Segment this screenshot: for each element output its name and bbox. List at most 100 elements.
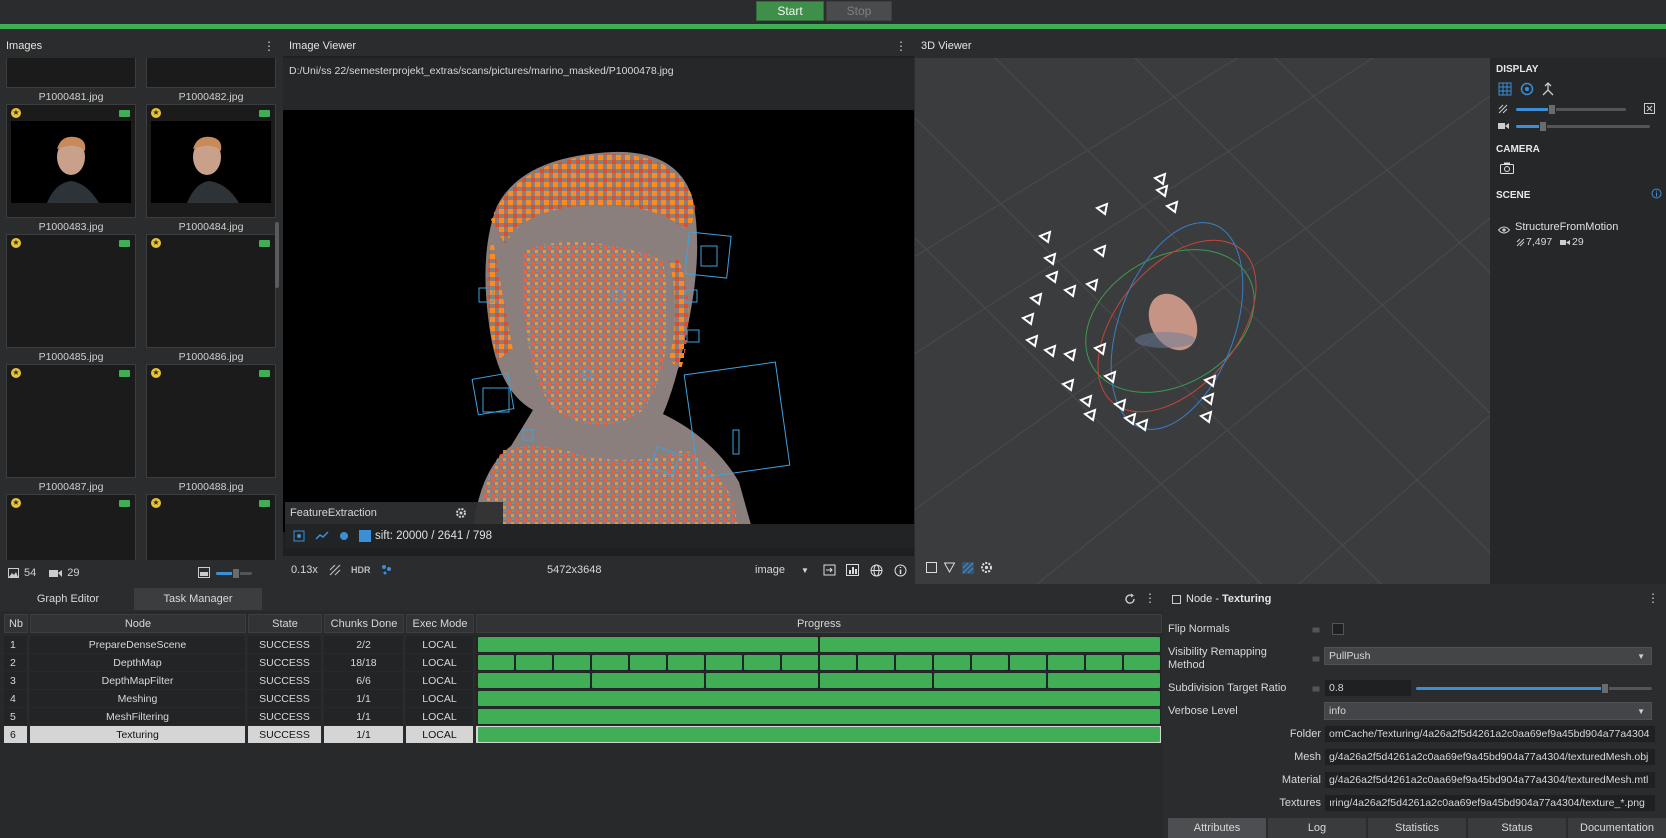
tab-attributes[interactable]: Attributes: [1168, 818, 1266, 838]
info-icon[interactable]: [894, 564, 907, 577]
mesh-field[interactable]: g/4a26a2f5d4261a2c0aa69ef9a45bd904a77a43…: [1324, 748, 1656, 766]
thumbnail[interactable]: ★ P1000486.jpg: [146, 234, 276, 364]
material-field[interactable]: g/4a26a2f5d4261a2c0aa69ef9a45bd904a77a43…: [1324, 771, 1656, 789]
stop-button[interactable]: Stop: [826, 1, 892, 21]
tab-status[interactable]: Status: [1468, 818, 1566, 838]
tab-task-manager[interactable]: Task Manager: [134, 588, 262, 610]
gear-icon[interactable]: [455, 507, 467, 519]
row-node: PrepareDenseScene: [30, 636, 246, 653]
triangle-icon[interactable]: [944, 562, 955, 573]
image-mode-select[interactable]: image: [755, 564, 785, 576]
star-icon: ★: [151, 108, 161, 118]
table-row[interactable]: 5 MeshFiltering SUCCESS 1/1 LOCAL: [4, 708, 1162, 725]
image-canvas[interactable]: [283, 110, 914, 532]
wireframe-icon[interactable]: [962, 562, 974, 574]
landmark-icon[interactable]: [339, 531, 349, 541]
axis-icon[interactable]: [1542, 82, 1554, 96]
column-header-chunks[interactable]: Chunks Done: [324, 614, 404, 633]
column-header-state[interactable]: State: [248, 614, 322, 633]
chevron-down-icon: ▼: [1637, 652, 1645, 661]
tab-statistics[interactable]: Statistics: [1368, 818, 1466, 838]
tab-graph-editor[interactable]: Graph Editor: [4, 588, 132, 610]
row-exec-mode: LOCAL: [406, 672, 474, 689]
image-viewer-footer: 0.13x HDR 5472x3648 image ▼: [283, 556, 914, 584]
refresh-icon[interactable]: [1124, 593, 1136, 605]
subdivision-slider[interactable]: [1416, 683, 1652, 694]
thumbnail[interactable]: ★ P1000487.jpg: [6, 364, 136, 494]
column-header-exec-mode[interactable]: Exec Mode: [406, 614, 474, 633]
hatch-icon[interactable]: [329, 564, 341, 576]
gallery-scrollbar[interactable]: [275, 222, 279, 288]
sift-color-swatch[interactable]: [359, 530, 371, 542]
progress-chunk: [1010, 655, 1046, 670]
row-exec-mode: LOCAL: [406, 726, 474, 743]
fixed-size-icon[interactable]: [1644, 103, 1655, 114]
thumbnail[interactable]: ★ P1000488.jpg: [146, 364, 276, 494]
images-menu-icon[interactable]: ⋮: [263, 39, 275, 53]
bbox-icon[interactable]: [926, 562, 937, 573]
verbose-level-select[interactable]: info ▼: [1324, 702, 1652, 720]
points-icon: [1516, 238, 1525, 247]
row-state: SUCCESS: [248, 726, 322, 743]
table-row[interactable]: 1 PrepareDenseScene SUCCESS 2/2 LOCAL: [4, 636, 1162, 653]
settings-icon[interactable]: [980, 561, 993, 574]
image-viewer-menu-icon[interactable]: ⋮: [895, 39, 907, 53]
eye-icon[interactable]: [1498, 226, 1510, 234]
table-row[interactable]: 4 Meshing SUCCESS 1/1 LOCAL: [4, 690, 1162, 707]
task-menu-icon[interactable]: ⋮: [1144, 591, 1156, 605]
thumbnail-size-slider[interactable]: [216, 568, 252, 579]
table-row[interactable]: 6 Texturing SUCCESS 1/1 LOCAL: [4, 726, 1162, 743]
camera-scale-slider[interactable]: [1516, 121, 1650, 132]
tab-log[interactable]: Log: [1268, 818, 1366, 838]
progress-chunk: [896, 655, 932, 670]
tab-documentation[interactable]: Documentation: [1568, 818, 1666, 838]
slider-knob[interactable]: [1538, 121, 1547, 132]
viewer3d-canvas[interactable]: [915, 58, 1490, 584]
progress-bar: [478, 691, 1160, 706]
scene-item-name[interactable]: StructureFromMotion: [1515, 221, 1618, 233]
info-icon[interactable]: [1651, 188, 1662, 199]
histogram-icon[interactable]: [846, 564, 859, 576]
thumbnail[interactable]: ★ P1000485.jpg: [6, 234, 136, 364]
export-icon[interactable]: [823, 564, 836, 576]
column-header-progress[interactable]: Progress: [476, 614, 1162, 633]
target-icon[interactable]: [1520, 82, 1534, 96]
folder-field[interactable]: omCache/Texturing/4a26a2f5d4261a2c0aa69e…: [1324, 725, 1656, 743]
camera-snapshot-icon[interactable]: [1500, 162, 1514, 174]
subdivision-input[interactable]: 0.8: [1324, 679, 1412, 697]
textures-field[interactable]: ıring/4a26a2f5d4261a2c0aa69ef9a45bd904a7…: [1324, 794, 1656, 812]
distortion-icon[interactable]: [380, 563, 392, 575]
display-features-icon[interactable]: [293, 530, 305, 542]
slider-knob[interactable]: [231, 568, 240, 579]
chevron-down-icon[interactable]: ▼: [801, 566, 809, 575]
thumbnail[interactable]: ★: [146, 494, 276, 560]
camera-scale-icon: [1498, 122, 1509, 130]
thumbnail-image: ★: [146, 494, 276, 560]
column-header-nb[interactable]: Nb: [4, 614, 28, 633]
globe-icon[interactable]: [870, 564, 883, 577]
grid-icon[interactable]: [1498, 82, 1512, 96]
thumbnail[interactable]: P1000481.jpg: [6, 58, 136, 104]
thumbnail[interactable]: P1000482.jpg: [146, 58, 276, 104]
column-header-node[interactable]: Node: [30, 614, 246, 633]
progress-chunk: [1086, 655, 1122, 670]
camera-icon: [119, 370, 130, 377]
verbose-label: Verbose Level: [1168, 705, 1238, 717]
flip-normals-checkbox[interactable]: [1332, 623, 1344, 635]
point-size-slider[interactable]: [1516, 104, 1626, 115]
slider-knob[interactable]: [1548, 104, 1557, 115]
start-button[interactable]: Start: [756, 1, 824, 21]
track-icon[interactable]: [315, 531, 329, 541]
thumbnail[interactable]: ★ P1000484.jpg: [146, 104, 276, 234]
hdr-toggle[interactable]: HDR: [351, 565, 371, 575]
table-row[interactable]: 2 DepthMap SUCCESS 18/18 LOCAL: [4, 654, 1162, 671]
table-row[interactable]: 3 DepthMapFilter SUCCESS 6/6 LOCAL: [4, 672, 1162, 689]
node-menu-icon[interactable]: ⋮: [1647, 591, 1659, 605]
progress-chunk: [706, 673, 818, 688]
thumbnail[interactable]: ★: [6, 494, 136, 560]
thumbnail[interactable]: ★ P1000483.jpg: [6, 104, 136, 234]
visibility-method-select[interactable]: PullPush ▼: [1324, 647, 1652, 665]
lock-icon: [1312, 624, 1320, 633]
slider-knob[interactable]: [1600, 683, 1609, 694]
row-node: DepthMap: [30, 654, 246, 671]
